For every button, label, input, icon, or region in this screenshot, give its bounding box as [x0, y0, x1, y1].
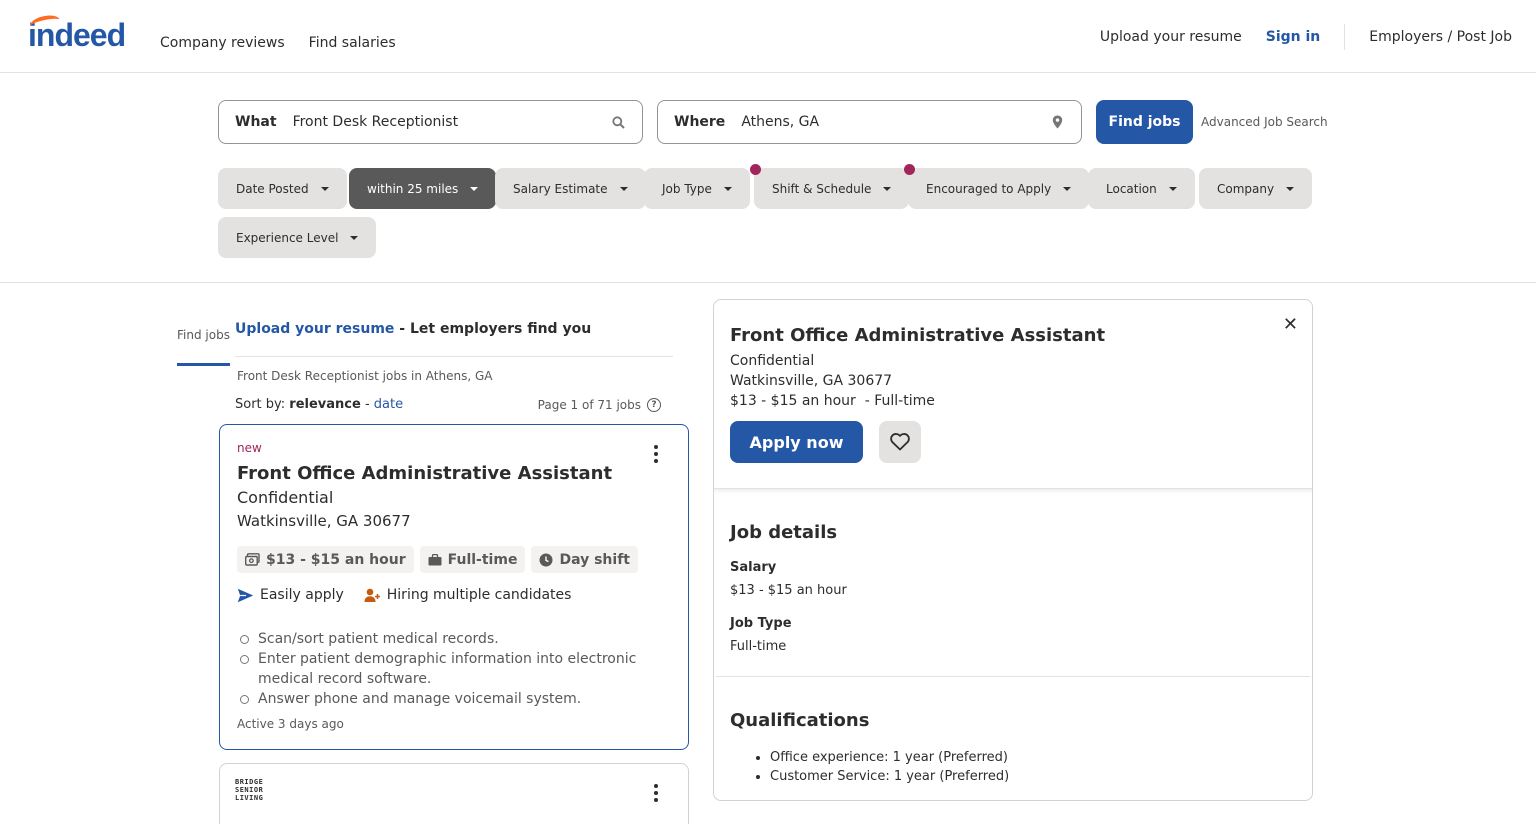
snippet-item: Enter patient demographic information in…: [240, 649, 657, 689]
salary-value: $13 - $15 an hour: [730, 583, 847, 598]
detail-location: Watkinsville, GA 30677: [730, 373, 893, 389]
what-search-field[interactable]: What Front Desk Receptionist: [218, 100, 643, 144]
new-indicator-dot: [904, 164, 915, 175]
indeed-logo[interactable]: indeed: [28, 13, 126, 52]
job-title[interactable]: Front Office Administrative Assistant: [237, 463, 612, 484]
company-name: Confidential: [237, 488, 334, 507]
job-card[interactable]: BRIDGE SENIOR LIVING: [219, 763, 689, 824]
chevron-down-icon: [723, 186, 732, 191]
job-location: Watkinsville, GA 30677: [237, 512, 411, 530]
upload-resume-banner-link[interactable]: Upload your resume: [235, 321, 394, 337]
clock-icon: [539, 553, 553, 566]
qualifications-list: Office experience: 1 year (Preferred) Cu…: [770, 748, 1009, 786]
location-pin-icon[interactable]: [1049, 114, 1065, 130]
snippet-item: Answer phone and manage voicemail system…: [240, 689, 657, 709]
job-card[interactable]: new Front Office Administrative Assistan…: [219, 424, 689, 750]
filter-shift-schedule[interactable]: Shift & Schedule: [750, 164, 910, 209]
briefcase-icon: [428, 553, 442, 565]
new-tag: new: [237, 441, 262, 455]
person-add-icon: [364, 588, 380, 602]
chevron-down-icon: [350, 235, 359, 240]
active-date: Active 3 days ago: [237, 717, 344, 731]
header-right: Upload your resume Sign in Employers / P…: [1100, 0, 1512, 73]
shift-chip: Day shift: [531, 546, 638, 573]
detail-company: Confidential: [730, 353, 815, 369]
easily-apply-badge: Easily apply: [237, 587, 344, 603]
money-icon: [245, 553, 260, 566]
filter-encouraged-to-apply[interactable]: Encouraged to Apply: [904, 164, 1090, 209]
save-job-button[interactable]: [879, 421, 921, 463]
top-header: indeed Find jobs Company reviews Find sa…: [0, 0, 1536, 366]
chevron-down-icon: [320, 186, 329, 191]
filter-salary-estimate[interactable]: Salary Estimate: [495, 168, 646, 209]
where-label: Where: [674, 114, 726, 130]
job-attributes: $13 - $15 an hour Full-time Day shift: [237, 546, 638, 573]
filter-company[interactable]: Company: [1199, 168, 1313, 209]
chevron-down-icon: [883, 186, 892, 191]
snippet-item: Scan/sort patient medical records.: [240, 629, 657, 649]
what-input[interactable]: Front Desk Receptionist: [293, 114, 610, 130]
job-type-chip: Full-time: [419, 546, 526, 573]
salary-label: Salary: [730, 560, 777, 575]
apply-now-button[interactable]: Apply now: [730, 421, 863, 463]
sort-relevance: relevance: [289, 397, 361, 412]
upload-resume-link[interactable]: Upload your resume: [1100, 29, 1242, 45]
more-options-icon[interactable]: [652, 784, 660, 802]
filter-job-type[interactable]: Job Type: [644, 168, 750, 209]
heart-icon: [890, 433, 910, 451]
main-nav: Find jobs Company reviews Find salaries: [160, 0, 396, 366]
chevron-down-icon: [470, 186, 479, 191]
job-detail-header: Front Office Administrative Assistant Co…: [714, 300, 1312, 489]
nav-find-jobs[interactable]: Find jobs: [177, 292, 230, 366]
detail-salary-type: $13 - $15 an hour - Full-time: [730, 393, 935, 409]
filter-experience-level[interactable]: Experience Level: [218, 217, 377, 258]
job-details-heading: Job details: [730, 522, 838, 543]
job-snippet: Scan/sort patient medical records. Enter…: [240, 629, 657, 709]
qualifications-heading: Qualifications: [730, 710, 870, 731]
chevron-down-icon: [619, 186, 628, 191]
detail-job-title: Front Office Administrative Assistant: [730, 325, 1106, 346]
employers-post-job-link[interactable]: Employers / Post Job: [1369, 29, 1512, 45]
sign-in-link[interactable]: Sign in: [1266, 29, 1321, 45]
job-badges: Easily apply Hiring multiple candidates: [237, 587, 571, 603]
where-input[interactable]: Athens, GA: [741, 114, 1049, 130]
advanced-job-search-link[interactable]: Advanced Job Search: [1201, 115, 1328, 129]
chevron-down-icon: [1286, 186, 1295, 191]
page-count: Page 1 of 71 jobs ?: [538, 398, 661, 412]
more-options-icon[interactable]: [652, 445, 660, 463]
nav-find-salaries[interactable]: Find salaries: [309, 0, 396, 73]
filter-date-posted[interactable]: Date Posted: [218, 168, 347, 209]
job-type-label: Job Type: [730, 616, 792, 631]
help-icon[interactable]: ?: [647, 398, 661, 412]
filter-location[interactable]: Location: [1088, 168, 1195, 209]
what-label: What: [235, 114, 277, 130]
chevron-down-icon: [1168, 186, 1177, 191]
divider: [235, 356, 673, 357]
divider: [716, 676, 1310, 677]
close-icon[interactable]: ✕: [1283, 314, 1298, 335]
chevron-down-icon: [1063, 186, 1072, 191]
results-breadcrumb: Front Desk Receptionist jobs in Athens, …: [237, 369, 493, 383]
job-type-value: Full-time: [730, 639, 787, 654]
send-icon: [237, 588, 254, 602]
search-icon[interactable]: [610, 114, 626, 130]
where-search-field[interactable]: Where Athens, GA: [657, 100, 1082, 144]
hiring-multiple-badge: Hiring multiple candidates: [364, 587, 571, 603]
nav-company-reviews[interactable]: Company reviews: [160, 0, 285, 73]
job-detail-panel: Front Office Administrative Assistant Co…: [713, 299, 1313, 801]
qualification-item: Customer Service: 1 year (Preferred): [770, 767, 1009, 786]
search-area: What Front Desk Receptionist Where Athen…: [0, 73, 1536, 283]
sort-control: Sort by: relevance - date: [235, 397, 404, 412]
salary-chip: $13 - $15 an hour: [237, 546, 414, 573]
upload-resume-banner: Upload your resume - Let employers find …: [235, 321, 592, 337]
find-jobs-button[interactable]: Find jobs: [1096, 100, 1193, 144]
filter-distance[interactable]: within 25 miles: [349, 168, 497, 209]
company-logo: BRIDGE SENIOR LIVING: [235, 778, 264, 802]
header-divider: [1344, 23, 1346, 50]
qualification-item: Office experience: 1 year (Preferred): [770, 748, 1009, 767]
sort-date-link[interactable]: date: [374, 397, 403, 412]
new-indicator-dot: [750, 164, 761, 175]
